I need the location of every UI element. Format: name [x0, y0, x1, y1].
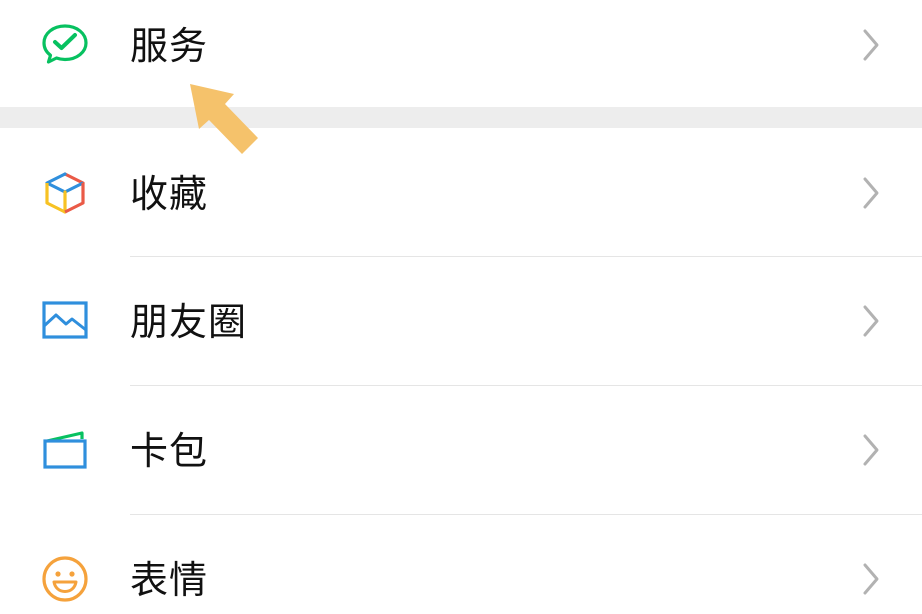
picture-icon — [40, 296, 90, 346]
menu-item-moments[interactable]: 朋友圈 — [0, 257, 922, 385]
menu-item-services[interactable]: 服务 — [0, 0, 922, 107]
chat-check-icon — [40, 20, 90, 70]
menu-item-cards[interactable]: 卡包 — [0, 386, 922, 514]
cube-icon — [40, 168, 90, 218]
menu-item-stickers[interactable]: 表情 — [0, 515, 922, 614]
menu-item-label: 收藏 — [130, 172, 209, 216]
menu-item-label: 卡包 — [130, 429, 209, 473]
group-separator — [0, 107, 922, 128]
menu-item-label: 朋友圈 — [130, 300, 248, 344]
menu-item-label: 表情 — [130, 558, 209, 602]
chevron-right-icon — [863, 434, 879, 466]
card-wallet-icon — [40, 425, 90, 475]
chevron-right-icon — [863, 563, 879, 595]
chevron-right-icon — [863, 29, 879, 61]
menu-item-label: 服务 — [130, 24, 209, 68]
menu-item-favorites[interactable]: 收藏 — [0, 128, 922, 256]
smiley-icon — [40, 554, 90, 604]
chevron-right-icon — [863, 305, 879, 337]
chevron-right-icon — [863, 177, 879, 209]
